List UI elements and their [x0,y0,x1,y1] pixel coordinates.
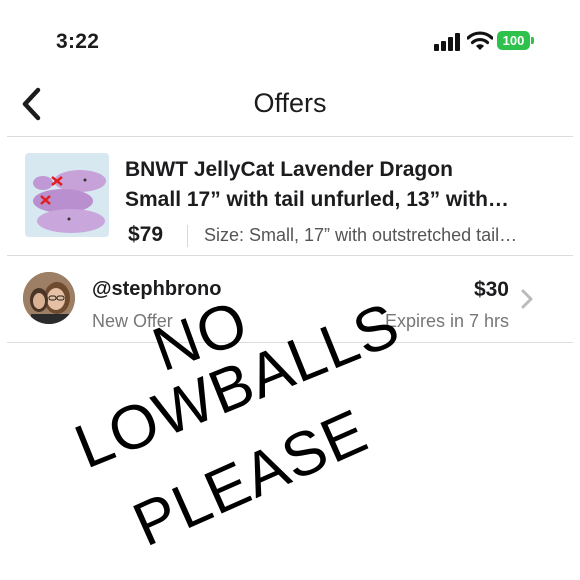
wifi-icon [467,31,493,50]
chevron-right-icon [521,289,533,309]
offer-username: @stephbrono [92,278,222,300]
offer-row[interactable]: @stephbrono New Offer $30 Expires in 7 h… [7,256,573,343]
divider [187,225,188,247]
listing-title-line1: BNWT JellyCat Lavender Dragon [125,158,453,181]
listing-title: BNWT JellyCat Lavender Dragon Small 17” … [125,155,555,215]
offer-expiry: Expires in 7 hrs [384,311,509,331]
offer-status: New Offer [92,311,173,331]
user-photo [23,272,75,324]
avatar [23,272,75,324]
battery-icon: 100 [497,31,535,50]
page-title: Offers [253,88,327,118]
plush-dragon-image [25,153,109,237]
listing-title-line2: Small 17” with tail unfurled, 13” with… [125,188,509,211]
battery-level: 100 [497,31,530,50]
listing-size: Size: Small, 17” with outstretched tail… [204,225,518,245]
status-time: 3:22 [56,30,100,53]
nav-bar: Offers [7,74,573,137]
listing-summary[interactable]: BNWT JellyCat Lavender Dragon Small 17” … [7,137,573,256]
signal-icon [434,33,462,51]
listing-price: $79 [128,223,164,246]
status-bar: 3:22 100 [7,6,573,74]
offer-amount: $30 [473,278,509,301]
listing-thumbnail [25,153,109,237]
app-screen: 3:22 100 Offers BNWT JellyCat Lavender D… [7,6,573,580]
